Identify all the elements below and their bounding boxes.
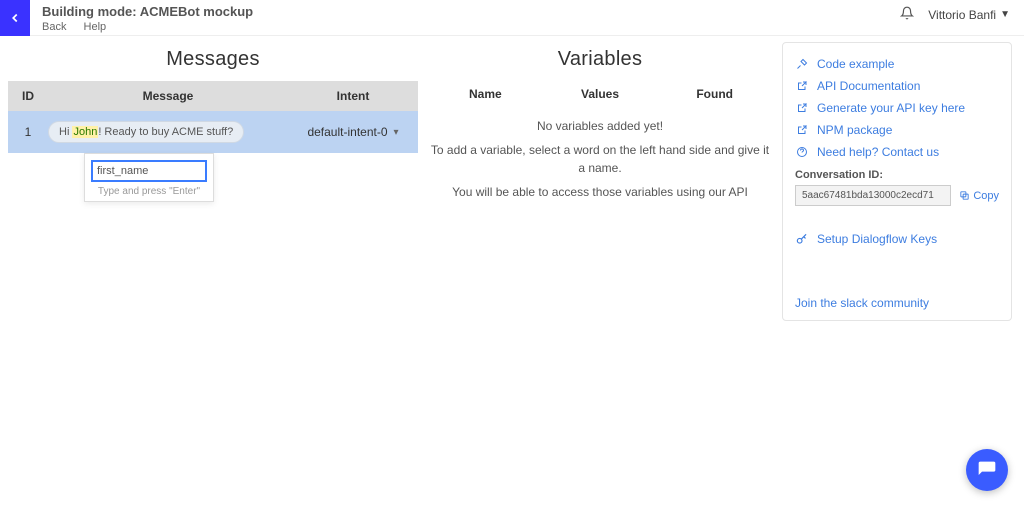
external-link-icon <box>795 123 809 137</box>
header-message: Message <box>48 81 288 111</box>
conversation-id-field[interactable] <box>795 185 951 206</box>
empty-line-2: You will be able to access those variabl… <box>428 183 772 201</box>
bell-icon[interactable] <box>900 6 914 23</box>
chat-fab-button[interactable] <box>966 449 1008 491</box>
variables-table-header: Name Values Found <box>428 81 772 111</box>
message-highlighted-word[interactable]: John <box>72 126 98 138</box>
message-text-prefix: Hi <box>59 126 72 138</box>
empty-line-1: To add a variable, select a word on the … <box>428 141 772 177</box>
message-row[interactable]: 1 Hi John! Ready to buy ACME stuff? defa… <box>8 111 418 153</box>
variables-empty-state: No variables added yet! To add a variabl… <box>428 117 772 201</box>
header-id: ID <box>8 81 48 111</box>
breadcrumb-back[interactable]: Back <box>42 21 66 33</box>
messages-table-header: ID Message Intent <box>8 81 418 111</box>
link-generate-api-key[interactable]: Generate your API key here <box>795 97 999 119</box>
conversation-id-label: Conversation ID: <box>795 169 999 181</box>
user-name: Vittorio Banfi <box>928 8 996 22</box>
copy-button[interactable]: Copy <box>959 190 999 202</box>
messages-title: Messages <box>8 42 418 81</box>
link-code-example[interactable]: Code example <box>795 53 999 75</box>
tools-icon <box>795 57 809 71</box>
side-panel: Code example API Documentation Generate … <box>782 42 1012 321</box>
external-link-icon <box>795 79 809 93</box>
link-setup-dialogflow[interactable]: Setup Dialogflow Keys <box>795 232 999 246</box>
key-icon <box>795 232 809 246</box>
user-menu[interactable]: Vittorio Banfi ▼ <box>928 8 1010 22</box>
link-api-documentation[interactable]: API Documentation <box>795 75 999 97</box>
link-join-slack[interactable]: Join the slack community <box>795 296 999 310</box>
link-need-help[interactable]: Need help? Contact us <box>795 141 999 163</box>
link-npm-package[interactable]: NPM package <box>795 119 999 141</box>
intent-value: default-intent-0 <box>307 125 387 139</box>
intent-dropdown[interactable]: default-intent-0 ▾ <box>288 125 418 139</box>
header-values: Values <box>543 87 658 101</box>
back-arrow-button[interactable] <box>0 0 30 36</box>
header-name: Name <box>428 87 543 101</box>
page-title: Building mode: ACMEBot mockup <box>42 4 888 19</box>
header-intent: Intent <box>288 81 418 111</box>
variable-name-input[interactable] <box>91 160 207 182</box>
message-bubble[interactable]: Hi John! Ready to buy ACME stuff? <box>48 121 244 143</box>
header-found: Found <box>657 87 772 101</box>
message-text-suffix: ! Ready to buy ACME stuff? <box>98 126 233 138</box>
breadcrumb-help[interactable]: Help <box>84 21 107 33</box>
external-link-icon <box>795 101 809 115</box>
chevron-down-icon: ▾ <box>394 127 399 138</box>
variable-name-popover: Type and press "Enter" <box>84 153 214 202</box>
popover-hint: Type and press "Enter" <box>91 182 207 197</box>
variables-title: Variables <box>428 42 772 81</box>
message-row-id: 1 <box>8 125 48 139</box>
empty-title: No variables added yet! <box>428 117 772 135</box>
question-icon <box>795 145 809 159</box>
chevron-down-icon: ▼ <box>1000 9 1010 20</box>
